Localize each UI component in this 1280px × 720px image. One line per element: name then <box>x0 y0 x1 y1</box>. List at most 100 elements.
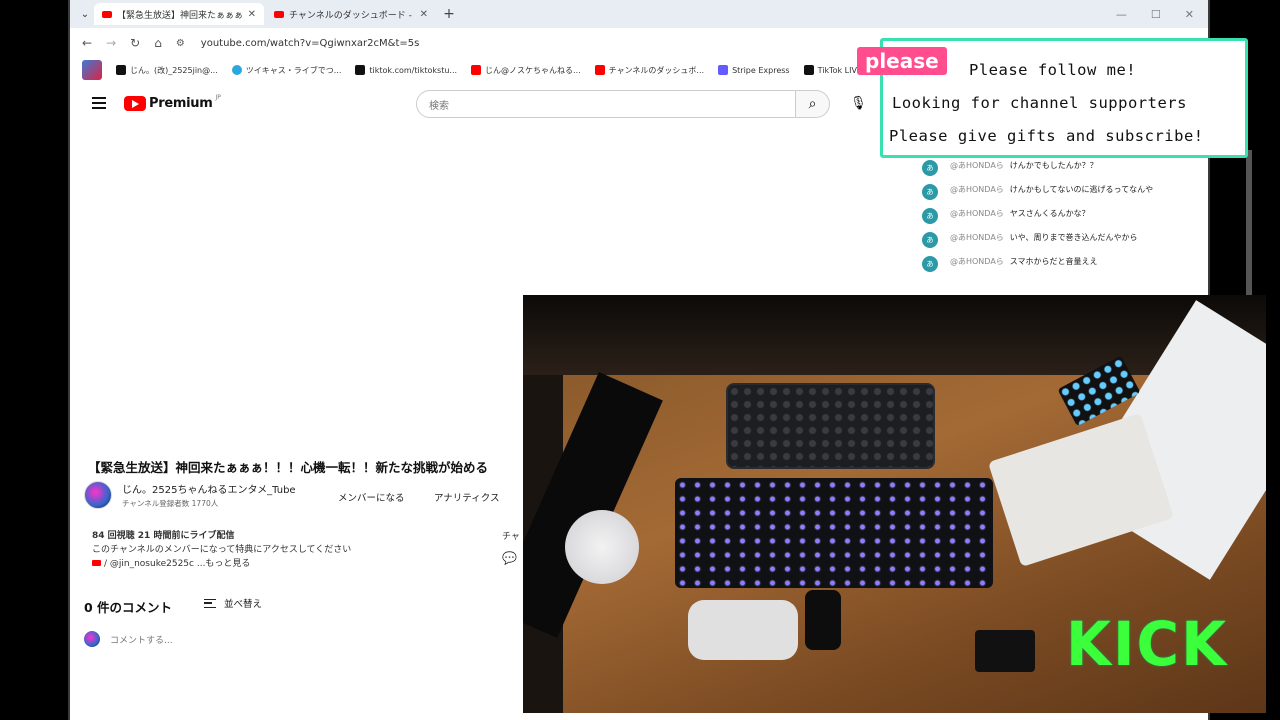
description-line: このチャンネルのメンバーになって特典にアクセスしてください <box>92 545 352 555</box>
search-input[interactable]: 検索 <box>416 90 796 118</box>
tab-list-icon[interactable]: ⌄ <box>76 9 94 20</box>
video-title: 【緊急生放送】神回来たぁぁぁ！！！心機一転！！新たな挑戦が始める <box>88 460 489 475</box>
region-label: JP <box>215 94 221 101</box>
chat-text: けんかもしてないのに逃げるってなんや <box>1009 185 1154 194</box>
bookmark-item[interactable]: じん@ノスケちゃんねる... <box>471 65 581 76</box>
chat-avatar: あ <box>922 232 938 248</box>
overlay-line: Please give gifts and subscribe! <box>889 127 1204 145</box>
tiktok-icon <box>355 65 366 75</box>
channel-info: じん。2525ちゃんねるエンタメ_Tube チャンネル登録者数 1770人 <box>112 481 296 509</box>
analytics-button[interactable]: アナリティクス <box>434 490 499 504</box>
chat-author: @あHONDAら <box>950 233 1004 242</box>
tiktok-icon <box>803 65 814 75</box>
description-link[interactable]: / @jin_nosuke2525c ...もっと見る <box>92 557 351 571</box>
channel-row: じん。2525ちゃんねるエンタメ_Tube チャンネル登録者数 1770人 <box>84 481 296 509</box>
sort-icon <box>204 598 216 608</box>
bookmark-item[interactable]: Stripe Express <box>718 65 790 75</box>
bookmark-item[interactable]: じん。(改)_2525jin@... <box>116 65 218 76</box>
youtube-icon <box>92 560 101 566</box>
chat-label: チャ <box>502 532 520 542</box>
chat-avatar: あ <box>922 184 938 200</box>
window-controls: — ☐ ✕ <box>1116 8 1208 21</box>
youtube-favicon-icon <box>274 10 284 18</box>
youtube-icon <box>471 65 482 75</box>
sort-label: 並べ替え <box>224 599 263 610</box>
chat-author: @あHONDAら <box>950 185 1004 194</box>
tab-title: チャンネルのダッシュボード - YouTube <box>289 10 415 21</box>
back-icon[interactable]: ← <box>82 36 92 50</box>
comment-input[interactable]: コメントする... <box>84 631 173 647</box>
chat-message: あ @あHONDAら ヤスさんくるんかな？ <box>922 208 1182 224</box>
tab-title: 【緊急生放送】神回来たぁぁぁ！ <box>117 10 243 21</box>
brand-name: Premium <box>149 96 213 111</box>
chat-text: スマホからだと音量ええ <box>1009 257 1098 266</box>
site-info-icon[interactable]: ⚙ <box>176 38 185 49</box>
minimize-icon[interactable]: — <box>1116 8 1127 21</box>
chat-text: けんかでもしたんか？？ <box>1009 161 1098 170</box>
chat-text: ヤスさんくるんかな？ <box>1009 209 1090 218</box>
comments-count: 0 件のコメント <box>84 600 173 615</box>
x-icon <box>116 65 126 75</box>
user-avatar <box>84 631 100 647</box>
youtube-play-icon <box>124 96 146 111</box>
stream-deck-mini <box>975 630 1035 672</box>
sort-button[interactable]: 並べ替え <box>204 596 262 610</box>
chat-message: あ @あHONDAら けんかもしてないのに逃げるってなんや <box>922 184 1182 200</box>
subscriber-count: チャンネル登録者数 1770人 <box>122 499 219 508</box>
join-membership-button[interactable]: メンバーになる <box>338 490 405 504</box>
chat-replay-icon[interactable]: 💬 <box>502 551 517 565</box>
profile-avatar-icon[interactable] <box>82 60 102 80</box>
search-icon[interactable]: ⌕ <box>796 90 830 118</box>
chat-text: いや、周りまで巻き込んだんやから <box>1009 233 1138 242</box>
chat-author: @あHONDAら <box>950 161 1004 170</box>
chat-avatar: あ <box>922 160 938 176</box>
chat-message: あ @あHONDAら けんかでもしたんか？？ <box>922 160 1182 176</box>
follow-overlay: please Please follow me! Looking for cha… <box>857 38 1248 158</box>
address-bar[interactable]: youtube.com/watch?v=Qgiwnxar2cM&t=5s <box>201 38 420 49</box>
chat-scrollbar[interactable] <box>1246 150 1252 298</box>
close-tab-icon[interactable]: ✕ <box>420 9 428 20</box>
stripe-icon <box>718 65 729 75</box>
microphone-icon[interactable]: 🎙 <box>850 96 867 111</box>
channel-name[interactable]: じん。2525ちゃんねるエンタメ_Tube <box>122 481 296 496</box>
bookmark-item[interactable]: tiktok.com/tiktokstu... <box>355 65 457 75</box>
live-chat: あ @あHONDAら けんかでもしたんか？？ あ @あHONDAら けんかもしてない… <box>922 160 1182 280</box>
bookmark-item[interactable]: ツイキャス・ライブでつ... <box>231 65 341 76</box>
desk-shadow <box>523 295 1266 375</box>
tab-live-stream[interactable]: 【緊急生放送】神回来たぁぁぁ！ ✕ <box>94 3 264 25</box>
chat-avatar: あ <box>922 208 938 224</box>
youtube-icon <box>594 65 605 75</box>
youtube-logo[interactable]: Premium JP <box>124 94 221 111</box>
tab-bar: ⌄ 【緊急生放送】神回来たぁぁぁ！ ✕ チャンネルのダッシュボード - YouT… <box>70 0 1208 28</box>
chat-avatar: あ <box>922 256 938 272</box>
bookmark-item[interactable]: チャンネルのダッシュボ... <box>594 65 704 76</box>
wireless-charger <box>565 510 639 584</box>
chat-message: あ @あHONDAら スマホからだと音量ええ <box>922 256 1182 272</box>
menu-icon[interactable] <box>92 97 106 109</box>
microphone <box>805 590 841 650</box>
rgb-keyboard <box>675 478 993 588</box>
new-tab-icon[interactable]: + <box>438 6 460 22</box>
kick-badge: KICK <box>1066 608 1229 680</box>
close-tab-icon[interactable]: ✕ <box>248 9 256 20</box>
home-icon[interactable]: ⌂ <box>154 36 162 50</box>
compact-keyboard <box>728 385 933 467</box>
twitcasting-icon <box>231 65 242 75</box>
reload-icon[interactable]: ↻ <box>130 36 140 50</box>
tab-dashboard[interactable]: チャンネルのダッシュボード - YouTube ✕ <box>266 3 436 25</box>
description-box[interactable]: 84 回視聴 21 時間前にライブ配信 このチャンネルのメンバーになって特典にア… <box>92 529 351 571</box>
please-tag: please <box>857 47 947 75</box>
comment-placeholder: コメントする... <box>110 635 173 646</box>
overlay-line: Looking for channel supporters <box>892 94 1187 112</box>
chat-author: @あHONDAら <box>950 209 1004 218</box>
close-window-icon[interactable]: ✕ <box>1185 8 1194 21</box>
maximize-icon[interactable]: ☐ <box>1151 8 1161 21</box>
chat-message: あ @あHONDAら いや、周りまで巻き込んだんやから <box>922 232 1182 248</box>
channel-avatar[interactable] <box>84 481 112 509</box>
overlay-line: Please follow me! <box>969 61 1137 79</box>
view-stats: 84 回視聴 21 時間前にライブ配信 <box>92 531 235 541</box>
forward-icon[interactable]: → <box>106 36 116 50</box>
chat-author: @あHONDAら <box>950 257 1004 266</box>
screen: ⌄ 【緊急生放送】神回来たぁぁぁ！ ✕ チャンネルのダッシュボード - YouT… <box>0 0 1280 720</box>
controller <box>688 600 798 660</box>
